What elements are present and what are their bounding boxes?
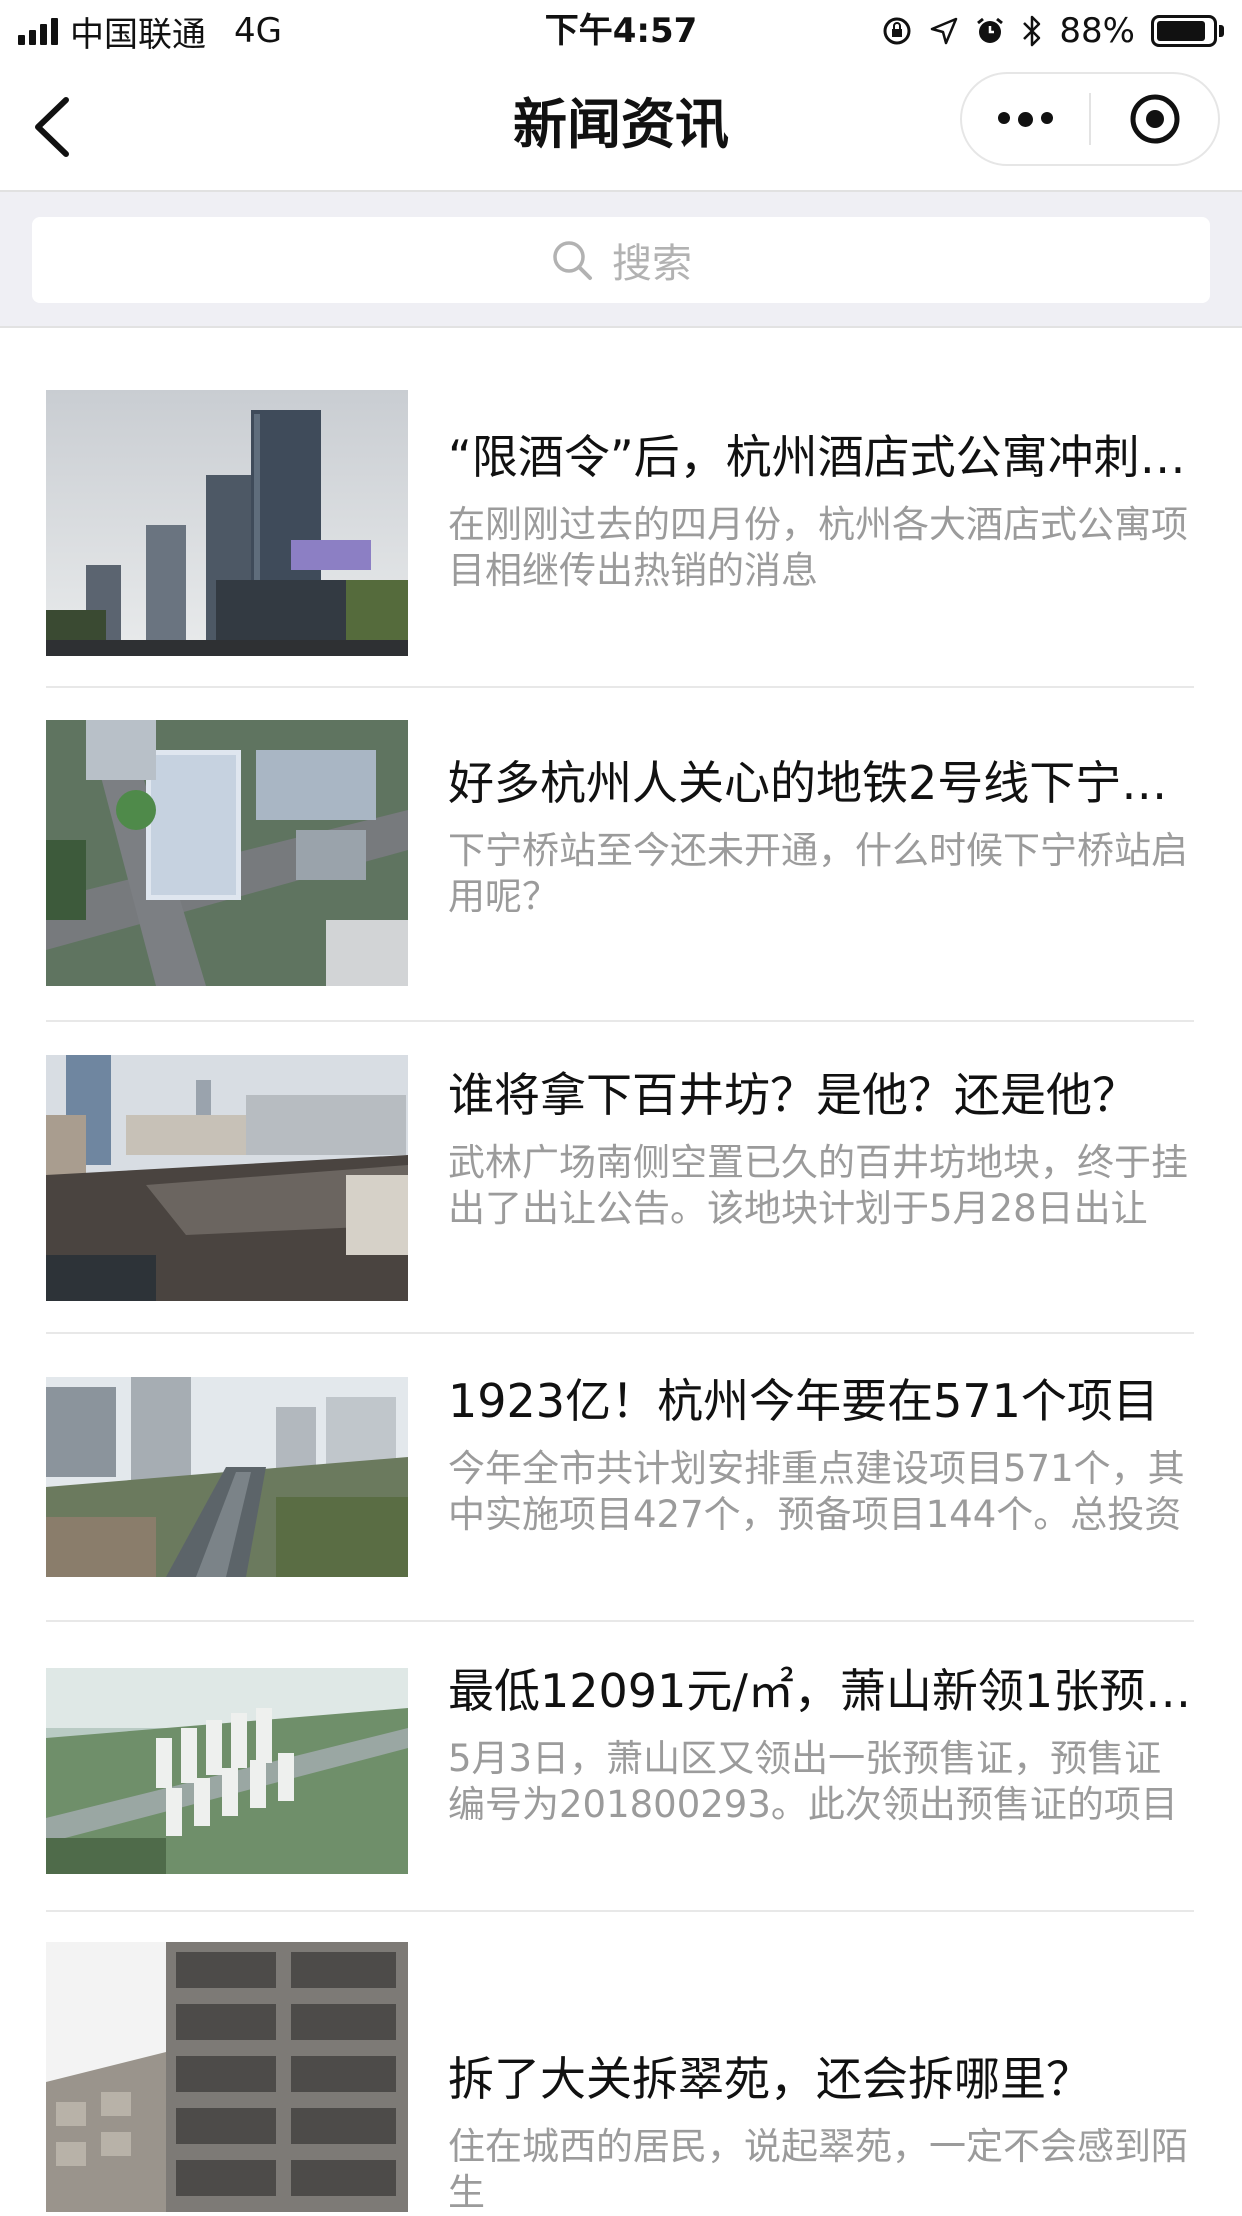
news-item[interactable]: “限酒令”后，杭州酒店式公寓冲刺热销 在刚刚过去的四月份，杭州各大酒店式公寓项目… — [46, 330, 1194, 688]
capsule-menu — [960, 72, 1220, 166]
status-bar: 中国联通 4G 下午4:57 88% — [0, 0, 1242, 62]
news-title: 谁将拿下百井坊？是他？还是他？ — [448, 1068, 1138, 1122]
news-summary: 5月3日，萧山区又领出一张预售证，预售证编号为201800293。此次领出预售证… — [448, 1737, 1178, 1826]
news-title: 拆了大关拆翠苑，还会拆哪里？ — [448, 2052, 1092, 2106]
news-title: 最低12091元/㎡，萧山新领1张预售证 — [448, 1664, 1194, 1718]
city-towers-photo — [46, 390, 408, 656]
news-thumbnail — [46, 1942, 408, 2212]
news-text: “限酒令”后，杭州酒店式公寓冲刺热销 在刚刚过去的四月份，杭州各大酒店式公寓项目… — [448, 428, 1194, 594]
news-item[interactable]: 好多杭州人关心的地铁2号线下宁桥站 下宁桥站至今还未开通，什么时候下宁桥站启用呢… — [46, 688, 1194, 1022]
news-summary: 今年全市共计划安排重点建设项目571个，其中实施项目427个，预备项目144个。… — [448, 1447, 1185, 1536]
road-city-photo — [46, 1377, 408, 1577]
news-thumbnail — [46, 1055, 408, 1301]
news-summary: 武林广场南侧空置已久的百井坊地块，终于挂出了出让公告。该地块计划于5月28日出让 — [448, 1141, 1188, 1230]
target-circle-icon — [1130, 94, 1179, 144]
news-thumbnail — [46, 720, 408, 986]
news-text: 1923亿！杭州今年要在571个项目 今年全市共计划安排重点建设项目571个，其… — [448, 1352, 1194, 1538]
search-input[interactable]: 搜索 — [32, 217, 1210, 303]
aerial-building-photo — [46, 720, 408, 986]
more-button[interactable] — [962, 74, 1089, 164]
news-summary: 住在城西的居民，说起翠苑，一定不会感到陌生 — [448, 2125, 1188, 2214]
news-item[interactable]: 拆了大关拆翠苑，还会拆哪里？ 住在城西的居民，说起翠苑，一定不会感到陌生 — [46, 1912, 1194, 2214]
news-thumbnail — [46, 1377, 408, 1577]
news-thumbnail — [46, 1668, 408, 1874]
search-placeholder: 搜索 — [612, 241, 692, 287]
news-title: 1923亿！杭州今年要在571个项目 — [448, 1374, 1159, 1428]
news-item[interactable]: 最低12091元/㎡，萧山新领1张预售证 5月3日，萧山区又领出一张预售证，预售… — [46, 1622, 1194, 1912]
news-text: 谁将拿下百井坊？是他？还是他？ 武林广场南侧空置已久的百井坊地块，终于挂出了出让… — [448, 1042, 1194, 1232]
nav-bar: 新闻资讯 — [0, 62, 1242, 192]
news-title: 好多杭州人关心的地铁2号线下宁桥站 — [448, 756, 1194, 810]
news-text: 好多杭州人关心的地铁2号线下宁桥站 下宁桥站至今还未开通，什么时候下宁桥站启用呢… — [448, 754, 1194, 920]
news-title: “限酒令”后，杭州酒店式公寓冲刺热销 — [448, 430, 1194, 484]
search-bar: 搜索 — [0, 192, 1242, 328]
rotation-lock-icon — [883, 17, 911, 45]
news-text: 最低12091元/㎡，萧山新领1张预售证 5月3日，萧山区又领出一张预售证，预售… — [448, 1642, 1194, 1828]
vacant-lot-photo — [46, 1055, 408, 1301]
news-text: 拆了大关拆翠苑，还会拆哪里？ 住在城西的居民，说起翠苑，一定不会感到陌生 — [448, 2010, 1194, 2216]
news-thumbnail — [46, 390, 408, 656]
news-item[interactable]: 1923亿！杭州今年要在571个项目 今年全市共计划安排重点建设项目571个，其… — [46, 1334, 1194, 1622]
bluetooth-icon — [1023, 15, 1041, 47]
close-miniprogram-button[interactable] — [1091, 74, 1218, 164]
more-dots-icon — [998, 111, 1053, 127]
old-apartment-photo — [46, 1942, 408, 2212]
alarm-icon — [977, 17, 1004, 43]
residential-render-photo — [46, 1668, 408, 1874]
battery-icon — [1151, 15, 1224, 47]
status-right: 88% — [881, 10, 1224, 52]
news-summary: 在刚刚过去的四月份，杭州各大酒店式公寓项目相继传出热销的消息 — [448, 503, 1188, 592]
search-icon — [553, 241, 592, 280]
news-item[interactable]: 谁将拿下百井坊？是他？还是他？ 武林广场南侧空置已久的百井坊地块，终于挂出了出让… — [46, 1022, 1194, 1334]
news-summary: 下宁桥站至今还未开通，什么时候下宁桥站启用呢？ — [448, 829, 1188, 918]
location-icon — [931, 17, 958, 45]
battery-percent: 88% — [1059, 11, 1135, 51]
